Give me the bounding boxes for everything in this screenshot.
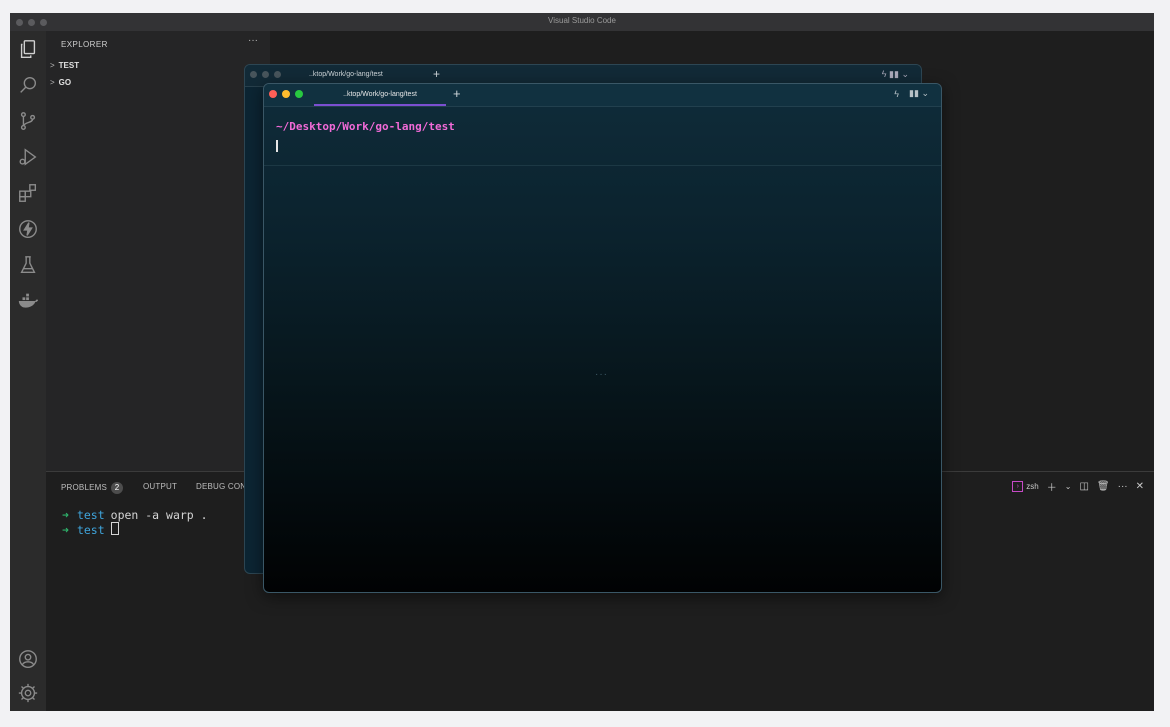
prompt-dir: test (76, 508, 105, 522)
close-panel-icon[interactable]: ✕ (1136, 481, 1144, 492)
explorer-header: EXPLORER (61, 40, 108, 49)
terminal-actions: › zsh ＋ ⌄ ◫ 🗑︎ ··· ✕ (1012, 479, 1144, 494)
new-tab-button[interactable]: + (453, 86, 461, 101)
tab-label: PROBLEMS (61, 483, 108, 492)
folder-go[interactable]: > GO (50, 78, 71, 87)
run-debug-icon[interactable] (17, 146, 39, 168)
problems-count-badge: 2 (111, 482, 124, 494)
manage-gear-icon[interactable] (17, 682, 39, 704)
more-actions-icon[interactable]: ··· (1118, 481, 1128, 492)
zoom-button[interactable] (274, 71, 281, 78)
folder-test[interactable]: > TEST (50, 61, 79, 70)
warp-window[interactable]: ..ktop/Work/go-lang/test + ϟ ▮▮ ⌄ ~/Desk… (263, 83, 942, 593)
prompt-arrow-icon: ➜ (62, 523, 69, 537)
terminal-icon: › (1012, 481, 1024, 492)
text-caret (276, 140, 278, 152)
warp-tab[interactable]: ..ktop/Work/go-lang/test (309, 71, 383, 78)
lightning-icon[interactable] (17, 218, 39, 240)
explorer-more-icon[interactable]: ··· (248, 35, 258, 46)
docker-whale-icon[interactable] (17, 290, 39, 312)
chevron-down-icon[interactable]: ⌄ (1065, 482, 1072, 491)
terminal-cursor (110, 522, 119, 535)
tab-debug-console[interactable]: DEBUG CON (196, 482, 246, 491)
window-title: Visual Studio Code (548, 16, 616, 25)
activity-bar (10, 31, 46, 711)
shell-label: zsh (1026, 482, 1039, 491)
lightning-icon[interactable]: ϟ (882, 69, 887, 79)
warp-tab-active[interactable]: ..ktop/Work/go-lang/test (314, 84, 446, 106)
source-control-icon[interactable] (17, 110, 39, 132)
prompt-arrow-icon: ➜ (62, 508, 69, 522)
tab-output[interactable]: OUTPUT (143, 482, 177, 491)
warp-tab-bar: ..ktop/Work/go-lang/test + ϟ ▮▮ ⌄ (264, 84, 941, 107)
terminal-line: ➜ test (62, 522, 208, 537)
panel-icon[interactable]: ▮▮ ⌄ (909, 88, 929, 99)
resize-handle-icon[interactable]: ··· (595, 369, 608, 380)
warp-toolbar: ϟ ▮▮ ⌄ (882, 69, 909, 80)
folder-label: TEST (58, 61, 80, 70)
terminal-output[interactable]: ➜ test open -a warp . ➜ test (62, 508, 208, 537)
panel-icon[interactable]: ▮▮ (889, 69, 899, 79)
cwd-path: ~/Desktop/Work/go-lang/test (276, 120, 455, 133)
close-button[interactable] (269, 90, 277, 98)
lightning-icon[interactable]: ϟ (894, 89, 899, 99)
chevron-right-icon: > (50, 78, 55, 87)
trash-icon[interactable]: 🗑︎ (1097, 481, 1110, 492)
terminal-shell-selector[interactable]: › zsh (1012, 481, 1039, 492)
zoom-button[interactable] (295, 90, 303, 98)
terminal-line: ➜ test open -a warp . (62, 508, 208, 522)
folder-label: GO (58, 78, 72, 87)
split-terminal-icon[interactable]: ◫ (1079, 481, 1088, 492)
close-button[interactable] (250, 71, 257, 78)
minimize-button[interactable] (262, 71, 269, 78)
command-text: open -a warp . (110, 508, 208, 522)
search-icon[interactable] (17, 74, 39, 96)
new-tab-button[interactable]: + (433, 67, 440, 81)
prompt-dir: test (76, 523, 105, 537)
explorer-icon[interactable] (17, 38, 39, 60)
chevron-down-icon[interactable]: ⌄ (901, 69, 909, 79)
warp-input-block[interactable]: ~/Desktop/Work/go-lang/test (264, 107, 941, 166)
minimize-button[interactable] (282, 90, 290, 98)
chevron-right-icon: > (50, 61, 55, 70)
account-icon[interactable] (17, 648, 39, 670)
testing-flask-icon[interactable] (17, 254, 39, 276)
new-terminal-icon[interactable]: ＋ (1047, 479, 1057, 494)
extensions-icon[interactable] (17, 182, 39, 204)
tab-problems[interactable]: PROBLEMS 2 (61, 482, 124, 494)
title-bar: Visual Studio Code (10, 13, 1154, 31)
warp-toolbar: ϟ ▮▮ ⌄ (894, 88, 929, 99)
